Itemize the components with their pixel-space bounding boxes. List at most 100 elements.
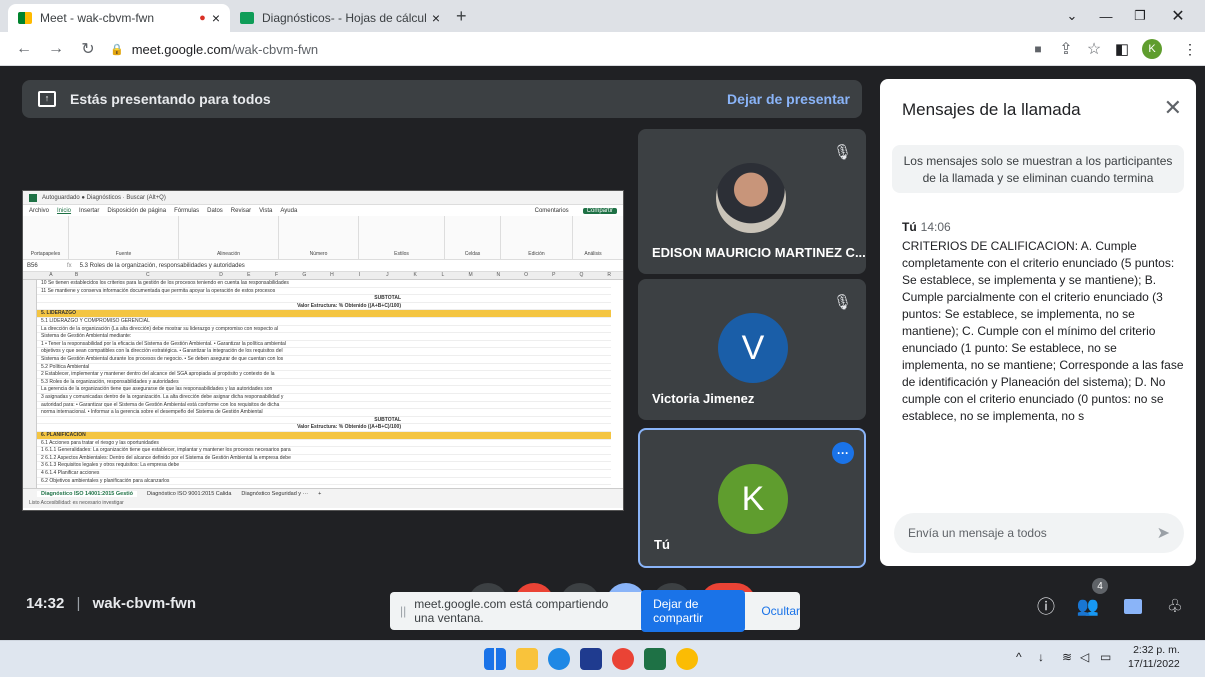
mic-off-icon: 🎙 — [832, 294, 852, 311]
recording-indicator-icon: ● — [199, 12, 206, 24]
tab-search-icon[interactable]: ⌄ — [1055, 0, 1089, 32]
minimize-icon[interactable]: — — [1089, 0, 1123, 32]
chat-title: Mensajes de la llamada — [902, 100, 1081, 119]
edge-icon[interactable] — [548, 648, 570, 670]
battery-icon[interactable]: ▭ — [1100, 650, 1111, 664]
excel-title-bar: Autoguardado ● Diagnósticos · Buscar (Al… — [23, 191, 623, 205]
excel-row: La dirección de la organización (La alta… — [37, 326, 611, 334]
presenting-message: Estás presentando para todos — [70, 91, 271, 107]
wifi-icon[interactable]: ≋ — [1062, 650, 1072, 664]
message-time: 14:06 — [920, 220, 951, 234]
chrome-icon-active[interactable] — [612, 648, 634, 670]
activities-icon[interactable]: ♧ — [1162, 593, 1188, 619]
participant-photo — [716, 163, 786, 233]
participant-tile-self[interactable]: ··· K Tú — [638, 428, 866, 568]
excel-icon[interactable] — [644, 648, 666, 670]
meet-icon — [18, 12, 32, 24]
chat-icon[interactable] — [1120, 593, 1146, 619]
excel-row: 6. PLANIFICACIÓN — [37, 432, 611, 440]
store-icon[interactable] — [580, 648, 602, 670]
participant-name: EDISON MAURICIO MARTINEZ C... — [652, 245, 866, 260]
windows-start-icon[interactable] — [484, 648, 506, 670]
excel-row: 10 Se tienen establecidos los criterios … — [37, 280, 611, 288]
present-screen-icon: ↑ — [38, 91, 56, 107]
hide-button[interactable]: Ocultar — [761, 604, 800, 618]
excel-column-header: N — [496, 272, 501, 278]
taskbar-clock[interactable]: 2:32 p. m. 17/11/2022 — [1128, 643, 1180, 671]
bookmark-star-icon[interactable]: ☆ — [1082, 37, 1106, 61]
excel-row: Sistema de Gestión Ambiental mediante: — [37, 333, 611, 341]
close-tab-icon[interactable]: × — [432, 10, 440, 26]
excel-column-header: C — [146, 272, 150, 278]
sheets-icon — [240, 12, 254, 24]
excel-row: 6.2 Objetivos ambientales y planificació… — [37, 478, 611, 486]
back-icon[interactable]: ← — [12, 37, 36, 61]
close-icon[interactable]: ✕ — [1164, 95, 1182, 121]
excel-row: SUBTOTAL — [37, 417, 611, 425]
camera-icon[interactable]: ■ — [1026, 37, 1050, 61]
participant-name: Victoria Jimenez — [652, 391, 755, 406]
excel-column-header: Q — [579, 272, 584, 278]
more-options-icon[interactable]: ··· — [832, 442, 854, 464]
meeting-details-icon[interactable]: ⓘ — [1033, 593, 1059, 619]
excel-row: Sistema de Gestión Ambiental durante los… — [37, 356, 611, 364]
url-path: /wak-cbvm-fwn — [231, 41, 319, 57]
excel-row: objetivos y que sean compatibles con la … — [37, 348, 611, 356]
mic-off-icon: 🎙 — [832, 144, 852, 161]
excel-row: Valor Estructura: % Obtenido ((A+B+C)/10… — [37, 424, 611, 432]
close-tab-icon[interactable]: × — [212, 10, 220, 26]
stop-sharing-button[interactable]: Dejar de compartir — [641, 590, 746, 632]
excel-column-header: F — [275, 272, 279, 278]
forward-icon[interactable]: → — [44, 37, 68, 61]
excel-column-header: P — [552, 272, 556, 278]
profile-avatar[interactable]: K — [1142, 39, 1162, 59]
excel-column-header: M — [468, 272, 473, 278]
drag-handle-icon[interactable]: || — [400, 604, 406, 618]
reload-icon[interactable]: ↻ — [76, 37, 100, 61]
restore-icon[interactable]: ❐ — [1123, 0, 1157, 32]
meeting-code: wak-cbvm-fwn — [92, 595, 196, 612]
excel-row: 5.3 Roles de la organización, responsabi… — [37, 379, 611, 387]
excel-row: 3 6.1.3 Requisitos legales y otros requi… — [37, 462, 611, 470]
url-domain: meet.google.com — [131, 41, 232, 57]
side-panel-icon[interactable]: ◧ — [1110, 37, 1134, 61]
excel-sheet-tabs: Diagnóstico ISO 14001:2015 Gestió Diagnó… — [23, 488, 623, 498]
excel-column-header: K — [413, 272, 417, 278]
shared-screen-preview: Autoguardado ● Diagnósticos · Buscar (Al… — [22, 190, 624, 511]
menu-kebab-icon[interactable]: ⋮ — [1178, 37, 1202, 61]
excel-row: autoridad para: • Garantizar que el Sist… — [37, 402, 611, 410]
participant-avatar: V — [718, 313, 788, 383]
send-icon[interactable]: ➤ — [1157, 523, 1170, 543]
chrome-icon[interactable] — [676, 648, 698, 670]
excel-row: Valor Estructura: % Obtenido ((A+B+C)/10… — [37, 303, 611, 311]
excel-menu: Archivo Inicio Insertar Disposición de p… — [23, 205, 623, 216]
excel-row: 2 6.1.2 Aspectos Ambientales: Dentro del… — [37, 455, 611, 463]
excel-column-header: R — [607, 272, 611, 278]
participant-tile-victoria[interactable]: 🎙 V Victoria Jimenez — [638, 279, 866, 420]
tab-meet[interactable]: Meet - wak-cbvm-fwn ● × — [8, 4, 230, 32]
usb-icon[interactable]: ↓ — [1038, 650, 1044, 664]
excel-row: 2 Establecer, implementar y mantener den… — [37, 371, 611, 379]
tab-sheets[interactable]: Diagnósticos- - Hojas de cálculo × — [230, 4, 450, 32]
stop-presenting-button[interactable]: Dejar de presentar — [727, 91, 850, 107]
excel-ribbon: Portapapeles Fuente Alineación Número Es… — [23, 216, 623, 260]
people-icon[interactable]: 👥 — [1075, 593, 1101, 619]
chat-input[interactable]: Envía un mensaje a todos ➤ — [894, 513, 1184, 553]
share-page-icon[interactable]: ⇪ — [1054, 37, 1078, 61]
new-tab-button[interactable]: + — [456, 6, 467, 27]
url-field[interactable]: 🔒 meet.google.com/wak-cbvm-fwn — [110, 37, 1010, 61]
message-header: Tú 14:06 — [902, 220, 951, 234]
participant-name: Tú — [654, 537, 670, 552]
close-window-icon[interactable]: ✕ — [1161, 0, 1195, 32]
excel-column-header: I — [359, 272, 361, 278]
file-explorer-icon[interactable] — [516, 648, 538, 670]
tray-chevron-icon[interactable]: ^ — [1016, 650, 1022, 664]
tab-title: Meet - wak-cbvm-fwn — [40, 11, 155, 25]
excel-column-header: O — [524, 272, 528, 278]
participant-tile-edison[interactable]: 🎙 EDISON MAURICIO MARTINEZ C... — [638, 129, 866, 274]
chat-input-placeholder: Envía un mensaje a todos — [908, 526, 1047, 540]
chat-panel: Mensajes de la llamada ✕ Los mensajes so… — [880, 79, 1196, 566]
meeting-info: 14:32 | wak-cbvm-fwn — [26, 595, 196, 612]
volume-icon[interactable]: ◁ — [1080, 650, 1089, 664]
excel-row: 1 6.1.1 Generalidades: La organización t… — [37, 447, 611, 455]
